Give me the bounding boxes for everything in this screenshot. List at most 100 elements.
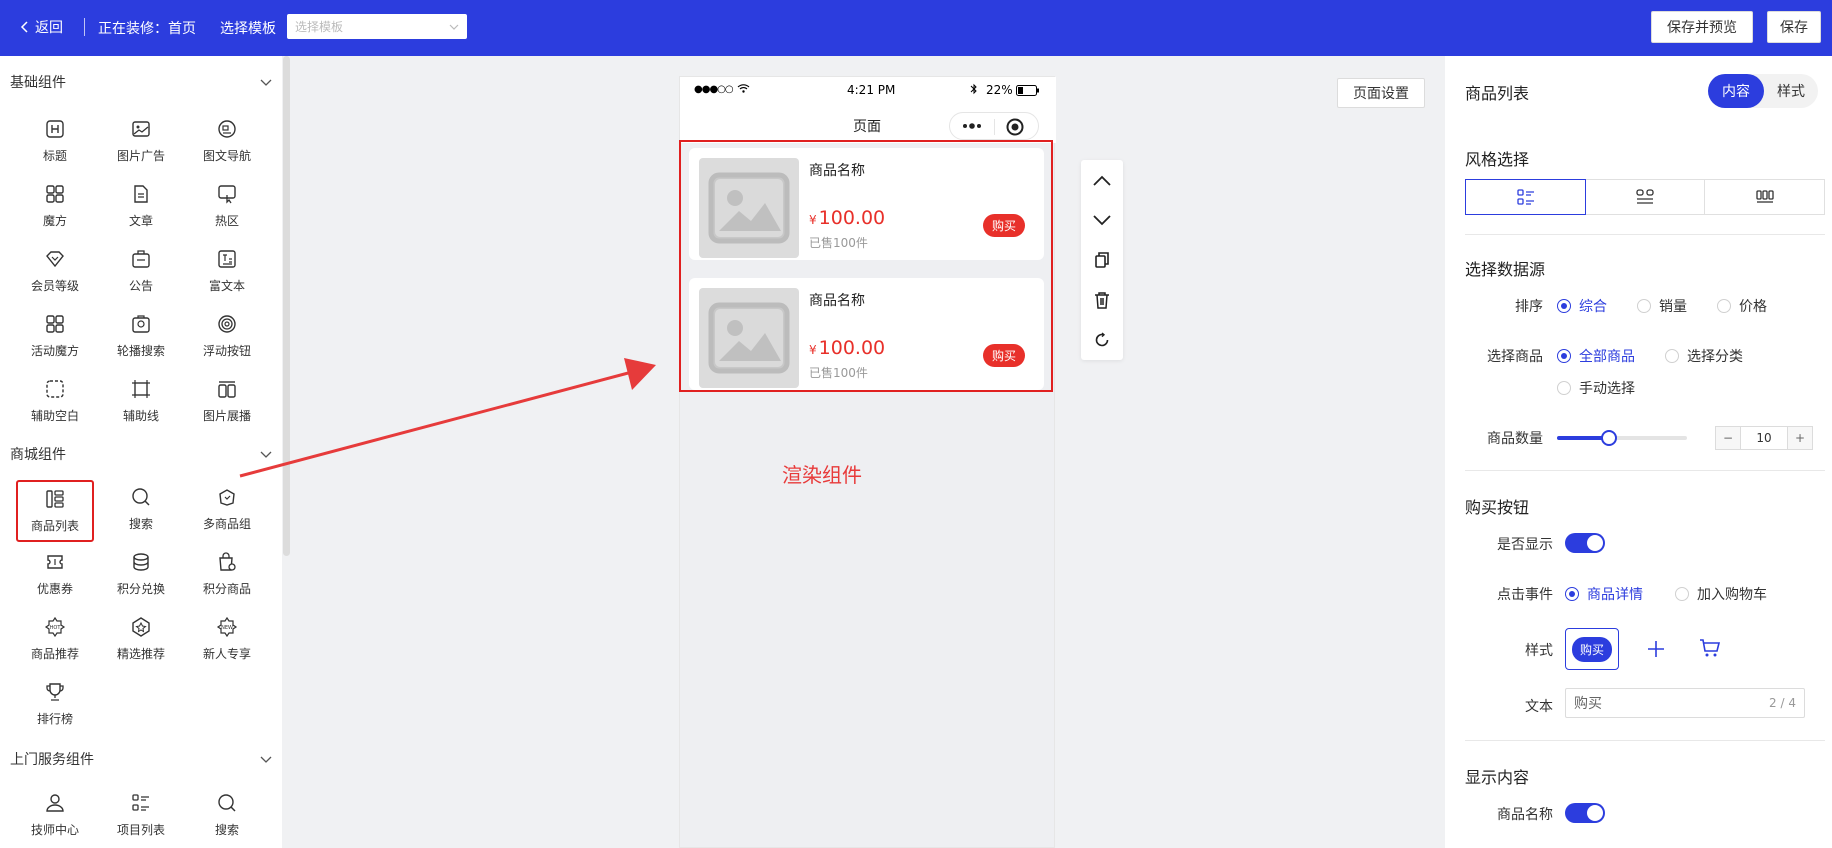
- component-label: 积分商品: [202, 582, 251, 596]
- component-label: 公告: [128, 279, 153, 293]
- select-manual[interactable]: 手动选择: [1557, 378, 1635, 398]
- back-button[interactable]: 返回: [20, 17, 63, 37]
- component-ranking[interactable]: 排行榜: [10, 681, 100, 737]
- save-and-preview-button[interactable]: 保存并预览: [1651, 11, 1753, 43]
- component-featured[interactable]: 精选推荐: [96, 616, 186, 672]
- component-service-search[interactable]: 搜索: [182, 792, 272, 848]
- component-label: 多商品组: [202, 517, 251, 531]
- component-heading[interactable]: 标题: [10, 118, 100, 174]
- component-hotspot[interactable]: 热区: [182, 183, 272, 239]
- save-button[interactable]: 保存: [1767, 11, 1821, 43]
- cart-icon[interactable]: [1699, 638, 1721, 658]
- select-category[interactable]: 选择分类: [1665, 346, 1743, 366]
- buy-button[interactable]: 购买: [983, 344, 1025, 367]
- component-label: 图片广告: [116, 149, 165, 163]
- close-target-icon[interactable]: [1006, 118, 1024, 136]
- left-panel-scrollbar[interactable]: [283, 56, 290, 556]
- reset-icon[interactable]: [1090, 328, 1114, 352]
- radio-dot: [1565, 587, 1579, 601]
- sort-option-sales[interactable]: 销量: [1637, 296, 1687, 316]
- radio-label: 全部商品: [1579, 349, 1635, 365]
- product-price: ¥ 100.00: [809, 337, 885, 359]
- button-style-text[interactable]: 购买: [1565, 628, 1619, 670]
- select-all-products[interactable]: 全部商品: [1557, 346, 1635, 366]
- category-home-service[interactable]: 上门服务组件: [10, 749, 272, 769]
- heading-icon: [44, 118, 66, 140]
- move-down-icon[interactable]: [1090, 208, 1114, 232]
- component-multi-product[interactable]: 多商品组: [182, 486, 272, 542]
- show-product-name-toggle[interactable]: [1565, 803, 1605, 823]
- mini-program-capsule[interactable]: [949, 112, 1039, 140]
- component-hot-recommend[interactable]: HOT 商品推荐: [10, 616, 100, 672]
- style-option-horizontal[interactable]: [1705, 180, 1824, 214]
- component-image-ad[interactable]: 图片广告: [96, 118, 186, 174]
- component-member-level[interactable]: 会员等级: [10, 248, 100, 304]
- new-user-icon: NEW: [216, 616, 238, 638]
- product-card[interactable]: 商品名称 ¥ 100.00 已售100件 购买: [689, 278, 1044, 390]
- list-style-options: [1465, 179, 1825, 215]
- slider-handle[interactable]: [1601, 430, 1617, 446]
- product-price: ¥ 100.00: [809, 207, 885, 229]
- buy-button[interactable]: 购买: [983, 214, 1025, 237]
- product-count-slider[interactable]: [1557, 430, 1687, 446]
- component-blank[interactable]: 辅助空白: [10, 378, 100, 434]
- copy-icon[interactable]: [1090, 248, 1114, 272]
- count-value[interactable]: 10: [1740, 427, 1788, 449]
- radio-dot: [1557, 381, 1571, 395]
- product-count-stepper: − 10 +: [1715, 426, 1813, 450]
- component-label: 标题: [42, 149, 67, 163]
- component-search[interactable]: 搜索: [96, 486, 186, 542]
- search-icon: [130, 486, 152, 508]
- style-option-list[interactable]: [1465, 179, 1586, 215]
- component-carousel-search[interactable]: 轮播搜索: [96, 313, 186, 369]
- button-text-input[interactable]: 购买 2 / 4: [1565, 688, 1805, 718]
- move-up-icon[interactable]: [1090, 168, 1114, 192]
- member-level-icon: [44, 248, 66, 270]
- component-points-product[interactable]: 积分商品: [182, 551, 272, 607]
- component-activity-cube[interactable]: 活动魔方: [10, 313, 100, 369]
- component-cube[interactable]: 魔方: [10, 183, 100, 239]
- component-notice[interactable]: 公告: [96, 248, 186, 304]
- component-technician[interactable]: 技师中心: [10, 792, 100, 848]
- button-text-label: 文本: [1525, 699, 1553, 715]
- component-image-text-nav[interactable]: 图文导航: [182, 118, 272, 174]
- radio-label: 手动选择: [1579, 381, 1635, 397]
- product-card[interactable]: 商品名称 ¥ 100.00 已售100件 购买: [689, 148, 1044, 260]
- decrement-button[interactable]: −: [1716, 427, 1740, 449]
- component-project-list[interactable]: 项目列表: [96, 792, 186, 848]
- component-coupon[interactable]: 优惠券: [10, 551, 100, 607]
- show-buy-toggle[interactable]: [1565, 533, 1605, 553]
- component-product-list[interactable]: 商品列表: [16, 480, 94, 542]
- delete-icon[interactable]: [1090, 288, 1114, 312]
- tab-content[interactable]: 内容: [1708, 74, 1764, 108]
- click-add-cart[interactable]: 加入购物车: [1675, 584, 1767, 604]
- increment-button[interactable]: +: [1788, 427, 1812, 449]
- page-settings-button[interactable]: 页面设置: [1337, 78, 1425, 108]
- component-label: 积分兑换: [116, 582, 165, 596]
- sort-option-price[interactable]: 价格: [1717, 296, 1767, 316]
- component-article[interactable]: 文章: [96, 183, 186, 239]
- sort-option-comprehensive[interactable]: 综合: [1557, 296, 1607, 316]
- click-product-detail[interactable]: 商品详情: [1565, 584, 1643, 604]
- component-image-show[interactable]: 图片展播: [182, 378, 272, 434]
- category-basic[interactable]: 基础组件: [10, 72, 272, 92]
- product-list-icon: [44, 488, 66, 510]
- component-new-user[interactable]: NEW 新人专享: [182, 616, 272, 672]
- points-product-icon: [216, 551, 238, 573]
- select-products-label: 选择商品: [1487, 349, 1543, 365]
- plus-icon[interactable]: [1647, 640, 1665, 658]
- component-points-exchange[interactable]: 积分兑换: [96, 551, 186, 607]
- sort-label: 排序: [1515, 299, 1543, 315]
- category-mall[interactable]: 商城组件: [10, 444, 272, 464]
- tab-style[interactable]: 样式: [1764, 74, 1818, 108]
- component-float-button[interactable]: 浮动按钮: [182, 313, 272, 369]
- battery-icon: [1016, 85, 1040, 96]
- component-rich-text[interactable]: 富文本: [182, 248, 272, 304]
- component-label: 精选推荐: [116, 647, 165, 661]
- component-divider-line[interactable]: 辅助线: [96, 378, 186, 434]
- template-select[interactable]: 选择模板: [287, 14, 467, 39]
- sold-count: 已售100件: [809, 236, 868, 250]
- component-label: 活动魔方: [30, 344, 79, 358]
- more-icon[interactable]: [962, 121, 982, 131]
- style-option-grid[interactable]: [1585, 180, 1705, 214]
